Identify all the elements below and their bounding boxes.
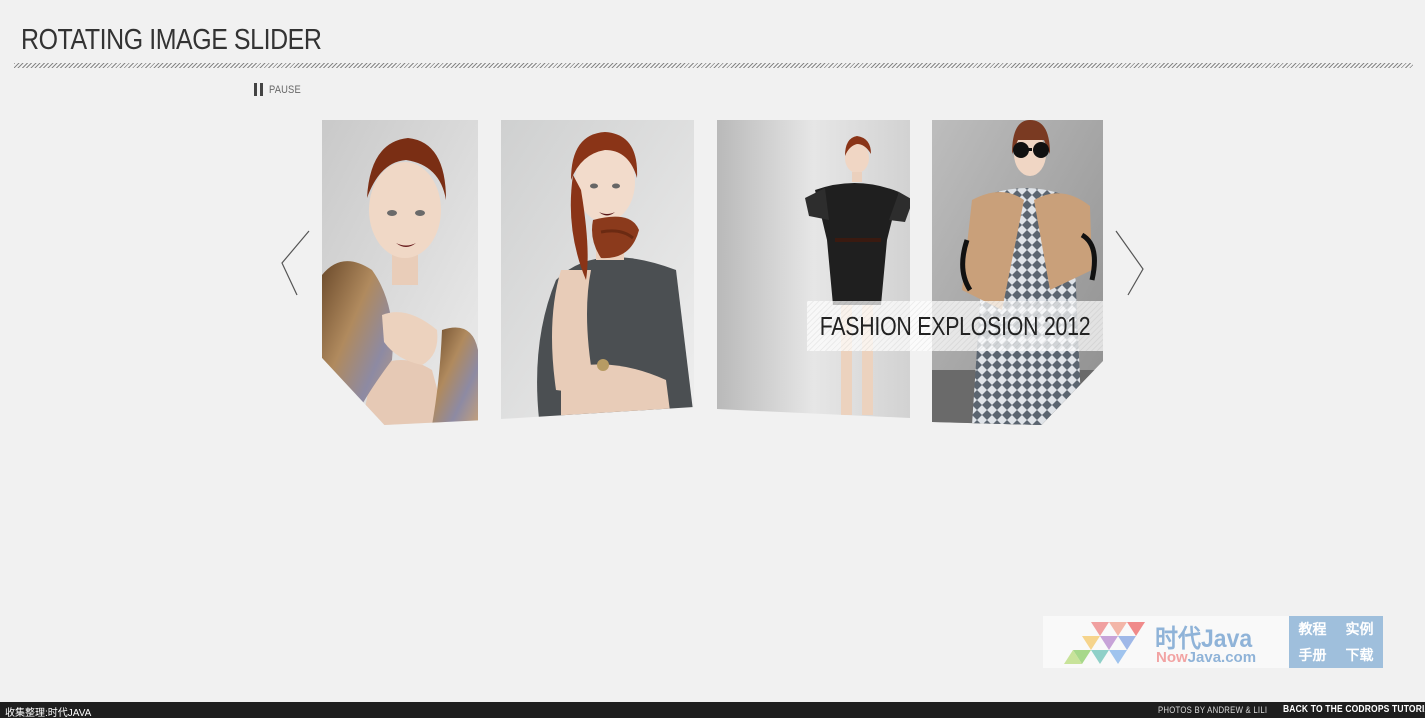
image-slider: FASHION EXPLOSION 2012 (0, 0, 1425, 718)
slide-model-black-dress[interactable] (717, 120, 910, 418)
watermark-domain: NowJava.com (1156, 649, 1257, 666)
photo-credit: PHOTOS BY ANDREW & LILI (1158, 705, 1268, 715)
page: ROTATING IMAGE SLIDER PAUSE FASHION EXPL… (0, 0, 1425, 718)
watermark-tags: 教程 实例 手册 下载 (1289, 616, 1383, 668)
footer-collection-note: 收集整理:时代JAVA (5, 708, 92, 718)
chevron-left-icon (281, 230, 310, 296)
triangle-logo-icon (1064, 622, 1145, 664)
watermark-tag: 下载 (1345, 647, 1374, 663)
prev-arrow-button[interactable] (279, 229, 311, 297)
caption-text: FASHION EXPLOSION 2012 (819, 310, 1091, 341)
slide-model-knit-scarf[interactable] (501, 120, 694, 419)
back-to-tutorial-link[interactable]: BACK TO THE CODROPS TUTORIAL (1283, 704, 1425, 715)
slide-model-print-dress[interactable] (932, 120, 1103, 425)
footer-bar: 收集整理:时代JAVA PHOTOS BY ANDREW & LILI BACK… (0, 702, 1425, 718)
slide-image (932, 120, 1103, 425)
watermark-tag: 实例 (1345, 621, 1374, 637)
chevron-right-icon (1115, 230, 1144, 296)
next-arrow-button[interactable] (1114, 229, 1146, 297)
watermark-tag: 教程 (1298, 621, 1327, 637)
watermark-tag: 手册 (1298, 647, 1327, 663)
slide-image (322, 120, 478, 425)
slide-model-fur-stole[interactable] (322, 120, 478, 425)
slide-caption: FASHION EXPLOSION 2012 (807, 301, 1103, 351)
site-watermark: 时代Java NowJava.com 教程 实例 手册 下载 (1043, 616, 1383, 668)
slide-image (717, 120, 910, 418)
slide-image (501, 120, 694, 419)
